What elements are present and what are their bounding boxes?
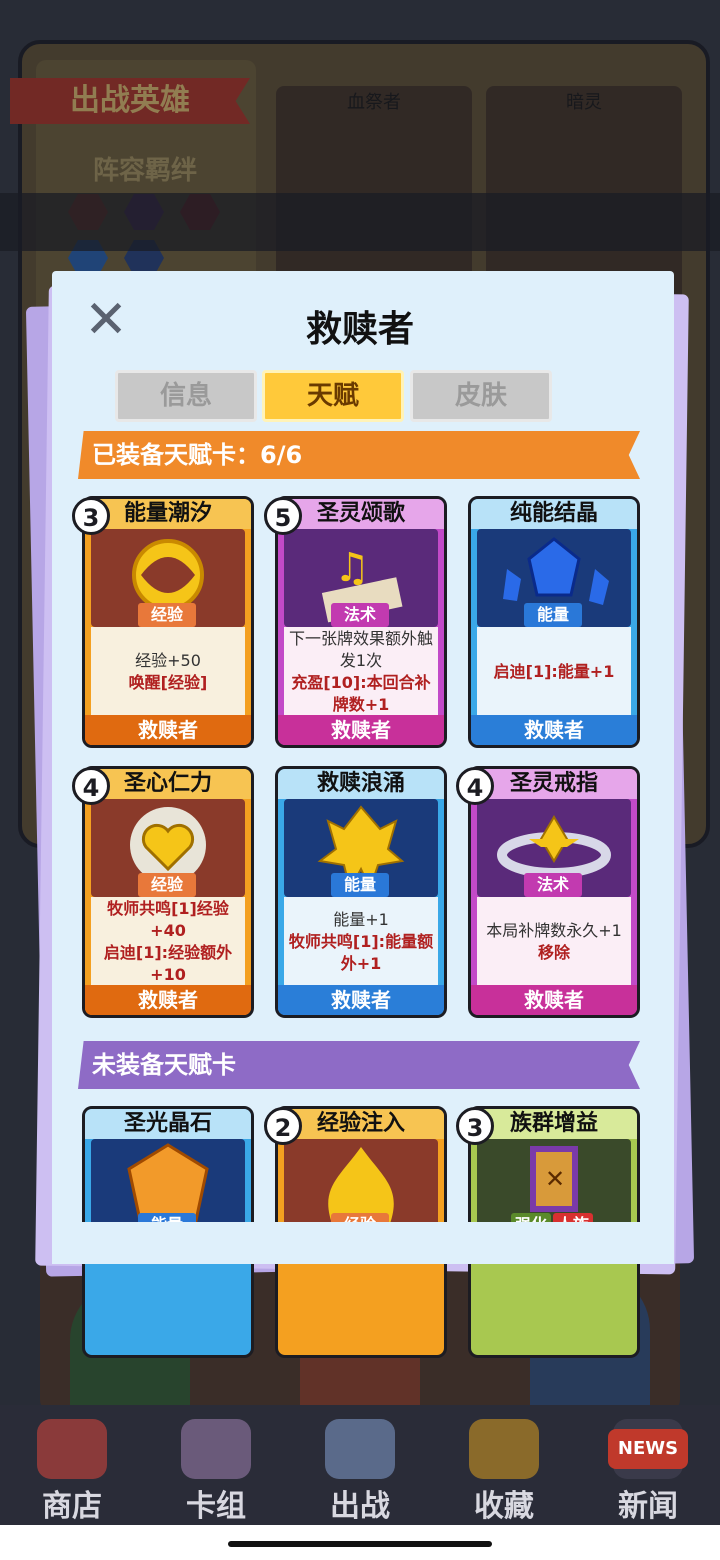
nav-battle[interactable]: 出战 <box>288 1405 432 1525</box>
card-line: 经验+50 <box>135 651 201 670</box>
news-icon: NEWS <box>608 1419 688 1479</box>
cost-badge: 3 <box>456 1107 494 1145</box>
card-line: 充盈[10]:本回合补牌数+1 <box>291 673 431 714</box>
unequipped-header: 未装备天赋卡 <box>78 1041 640 1089</box>
cost-badge: 4 <box>456 767 494 805</box>
card-line: 牧师共鸣[1]:能量额外+1 <box>288 932 434 973</box>
talent-card[interactable]: 圣灵颂歌 ♫ 法术 下一张牌效果额外触发1次 充盈[10]:本回合补牌数+1 救… <box>275 496 447 748</box>
card-type: 经验 <box>138 873 196 897</box>
talent-card[interactable]: 能量潮汐 经验 经验+50 唤醒[经验] 救赎者 <box>82 496 254 748</box>
card-owner: 救赎者 <box>85 715 251 745</box>
talent-card[interactable]: 救赎浪涌 能量 能量+1 牧师共鸣[1]:能量额外+1 救赎者 <box>275 766 447 1018</box>
card-line: 唤醒[经验] <box>128 673 208 692</box>
cost-badge: 5 <box>264 497 302 535</box>
nav-label: 卡组 <box>186 1489 246 1524</box>
svg-text:✕: ✕ <box>545 1165 565 1193</box>
shop-icon <box>37 1419 107 1479</box>
cost-badge: 2 <box>264 1107 302 1145</box>
card-owner: 救赎者 <box>278 715 444 745</box>
card-owner: 救赎者 <box>278 985 444 1015</box>
card-type: 能量 <box>524 603 582 627</box>
nav-deck[interactable]: 卡组 <box>144 1405 288 1525</box>
nav-collection[interactable]: 收藏 <box>432 1405 576 1525</box>
card-desc: 本局补牌数永久+1 移除 <box>477 897 631 987</box>
home-indicator[interactable] <box>228 1541 492 1547</box>
tab-skin[interactable]: 皮肤 <box>410 370 552 422</box>
card-line: 本局补牌数永久+1 <box>486 921 622 940</box>
modal-title: 救赎者 <box>305 309 414 350</box>
tab-talent[interactable]: 天赋 <box>262 370 404 422</box>
nav-label: 商店 <box>42 1489 102 1524</box>
talent-card[interactable]: 圣灵戒指 法术 本局补牌数永久+1 移除 救赎者 <box>468 766 640 1018</box>
card-name: 圣灵颂歌 <box>278 499 444 529</box>
card-type: 法术 <box>524 873 582 897</box>
cost-badge: 4 <box>72 767 110 805</box>
nav-label: 收藏 <box>474 1489 534 1524</box>
card-type: 能量 <box>331 873 389 897</box>
collection-icon <box>469 1419 539 1479</box>
card-type: 法术 <box>331 603 389 627</box>
modal-bottom-edge <box>52 1222 674 1264</box>
battle-icon <box>325 1419 395 1479</box>
card-line: 下一张牌效果额外触发1次 <box>288 629 433 670</box>
deck-icon <box>181 1419 251 1479</box>
card-desc: 启迪[1]:能量+1 <box>477 627 631 717</box>
card-name: 圣光晶石 <box>85 1109 251 1139</box>
svg-text:♫: ♫ <box>334 545 370 591</box>
card-owner: 救赎者 <box>471 715 637 745</box>
card-name: 族群增益 <box>471 1109 637 1139</box>
equipped-header: 已装备天赋卡：6/6 <box>78 431 640 479</box>
news-badge: NEWS <box>608 1429 688 1469</box>
card-line: 移除 <box>537 943 570 962</box>
card-name: 纯能结晶 <box>471 499 637 529</box>
card-desc: 能量+1 牧师共鸣[1]:能量额外+1 <box>284 897 438 987</box>
card-owner: 救赎者 <box>471 985 637 1015</box>
card-line: 启迪[1]:能量+1 <box>493 662 615 681</box>
card-line: 能量+1 <box>333 910 389 929</box>
card-name: 圣灵戒指 <box>471 769 637 799</box>
card-owner: 救赎者 <box>85 985 251 1015</box>
card-type: 经验 <box>138 603 196 627</box>
card-name: 救赎浪涌 <box>278 769 444 799</box>
card-line: 牧师共鸣[1]经验+40 <box>107 899 229 940</box>
card-desc: 经验+50 唤醒[经验] <box>91 627 245 717</box>
tab-info[interactable]: 信息 <box>115 370 257 422</box>
card-line: 启迪[1]:经验额外+10 <box>103 943 233 984</box>
nav-news[interactable]: NEWS 新闻 <box>576 1405 720 1525</box>
nav-label: 出战 <box>330 1489 390 1524</box>
nav-shop[interactable]: 商店 <box>0 1405 144 1525</box>
talent-card[interactable]: 圣心仁力 经验 牧师共鸣[1]经验+40 启迪[1]:经验额外+10 救赎者 <box>82 766 254 1018</box>
dark-strip <box>0 193 720 251</box>
card-desc: 牧师共鸣[1]经验+40 启迪[1]:经验额外+10 <box>91 897 245 987</box>
talent-card[interactable]: 纯能结晶 能量 启迪[1]:能量+1 救赎者 <box>468 496 640 748</box>
card-desc: 下一张牌效果额外触发1次 充盈[10]:本回合补牌数+1 <box>284 627 438 717</box>
bottom-nav: 商店 卡组 出战 收藏 NEWS 新闻 <box>0 1405 720 1525</box>
nav-label: 新闻 <box>618 1489 678 1524</box>
card-name: 经验注入 <box>278 1109 444 1139</box>
cost-badge: 3 <box>72 497 110 535</box>
